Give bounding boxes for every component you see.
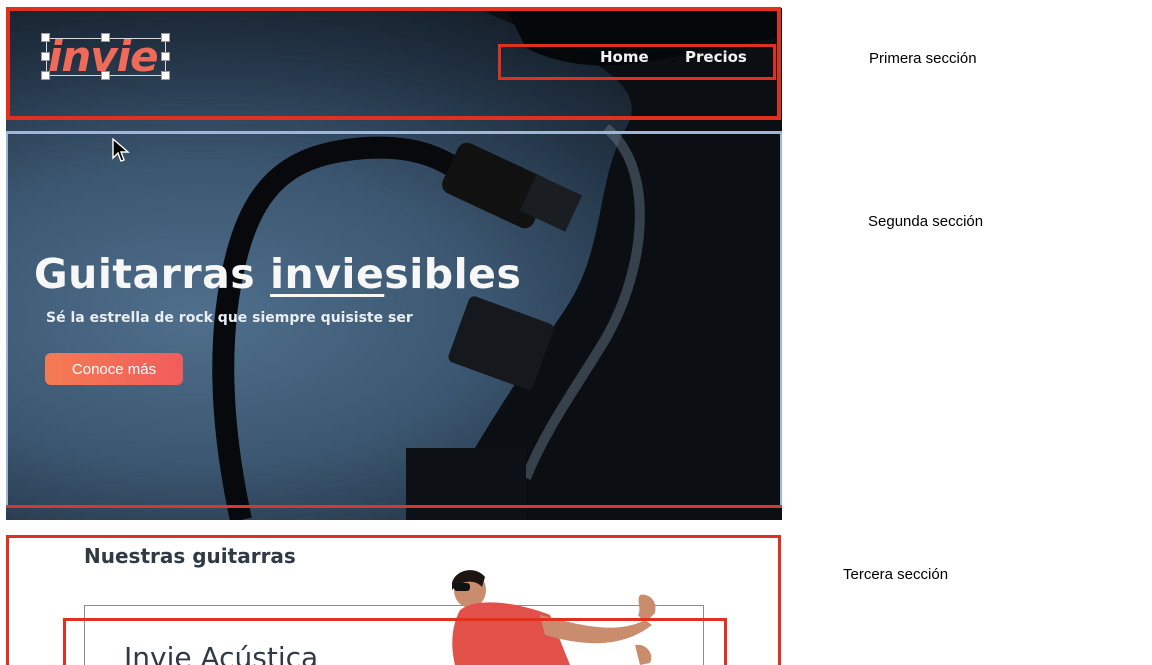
annotation-second-section: Segunda sección	[868, 213, 984, 230]
logo[interactable]: invie	[41, 32, 170, 81]
mouse-cursor-icon	[112, 138, 130, 162]
hero-title-suffix: sibles	[384, 250, 522, 298]
resize-handle[interactable]	[161, 71, 170, 80]
products-section-title: Nuestras guitarras	[84, 544, 296, 568]
resize-handle[interactable]	[41, 71, 50, 80]
website-mockup: invie Home Precios Guitarras inviesibles…	[0, 0, 786, 665]
hero-title-highlight: invie	[269, 250, 385, 298]
hero-subtitle: Sé la estrella de rock que siempre quisi…	[46, 310, 413, 326]
resize-handle[interactable]	[161, 52, 170, 61]
product-card-title: Invie Acústica	[124, 641, 319, 665]
resize-handle[interactable]	[101, 33, 110, 42]
editor-canvas: invie Home Precios Guitarras inviesibles…	[0, 0, 1152, 665]
annotation-first-section: Primera sección	[869, 50, 977, 67]
hero-title-text: Guitarras	[34, 250, 270, 298]
annotation-third-section: Tercera sección	[843, 566, 949, 583]
nav-precios-link[interactable]: Precios	[685, 48, 747, 66]
resize-handle[interactable]	[41, 52, 50, 61]
rock-person-image	[452, 570, 656, 665]
second-section-top-edge	[6, 131, 782, 134]
nav-home-link[interactable]: Home	[600, 48, 649, 66]
conoce-mas-button[interactable]: Conoce más	[45, 353, 183, 385]
second-section-bottom-edge	[6, 505, 782, 508]
hero-title: Guitarras inviesibles	[34, 250, 521, 298]
resize-handle[interactable]	[161, 33, 170, 42]
resize-handle[interactable]	[101, 71, 110, 80]
resize-handle[interactable]	[41, 33, 50, 42]
